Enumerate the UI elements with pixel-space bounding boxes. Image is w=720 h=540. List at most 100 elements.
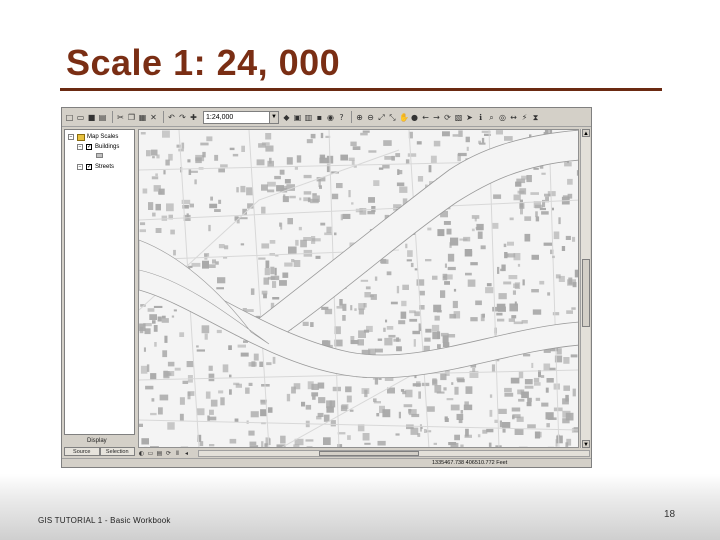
map-view[interactable] [138,129,579,448]
copy-icon[interactable]: ❐ [127,113,136,122]
horizontal-scrollbar[interactable] [198,449,590,457]
toc-layer-buildings[interactable]: − ✓ Buildings [77,143,119,151]
building-footprint [511,407,521,412]
building-footprint [152,320,156,324]
scroll-up-icon[interactable]: ▲ [582,129,590,137]
building-footprint [150,373,157,380]
arctoolbox-icon[interactable]: ▣ [293,113,302,122]
measure-icon[interactable]: ↔ [509,113,518,122]
building-footprint [566,310,573,314]
building-footprint [444,281,450,285]
scroll-left-icon[interactable]: ◂ [183,450,190,457]
go-to-xy-icon[interactable]: ◎ [498,113,507,122]
select-features-icon[interactable]: ▧ [454,113,463,122]
hyperlink-icon[interactable]: ⚡ [520,113,529,122]
pause-drawing-icon[interactable]: Ⅱ [174,450,181,457]
collapse-icon[interactable]: − [77,164,83,170]
building-footprint [220,164,228,168]
building-footprint [470,317,478,322]
chevron-down-icon[interactable]: ▼ [269,111,278,123]
building-footprint [339,299,343,306]
toc-root[interactable]: − Map Scales [68,133,118,141]
undo-icon[interactable]: ↶ [167,113,176,122]
new-icon[interactable]: □ [65,113,74,122]
scroll-down-icon[interactable]: ▼ [582,440,590,448]
building-footprint [154,342,157,347]
toolbar-separator [112,111,113,123]
toc-display-label[interactable]: Display [87,438,107,444]
vertical-scrollbar[interactable]: ▲ ▼ [580,129,590,448]
building-footprint [458,130,463,137]
collapse-icon[interactable]: − [68,134,74,140]
time-slider-icon[interactable]: ⧗ [531,113,540,122]
building-footprint [149,314,157,320]
building-footprint [503,281,512,285]
globe-icon[interactable]: ◐ [138,450,145,457]
building-footprint [153,305,163,308]
save-icon[interactable]: ■ [87,113,96,122]
redo-icon[interactable]: ↷ [178,113,187,122]
building-footprint [208,224,211,232]
previous-extent-icon[interactable]: ← [421,113,430,122]
building-footprint [496,312,503,316]
fixed-zoom-in-icon[interactable]: ⤢ [377,113,386,122]
command-line-icon[interactable]: ▪ [315,113,324,122]
layout-view-icon[interactable]: ▤ [156,450,163,457]
building-footprint [460,444,464,447]
building-footprint [378,167,384,170]
buildings-symbol[interactable] [96,153,103,158]
fixed-zoom-out-icon[interactable]: ⤡ [388,113,397,122]
building-footprint [509,217,514,221]
model-builder-icon[interactable]: ◉ [326,113,335,122]
refresh-view-icon[interactable]: ⟳ [165,450,172,457]
editor-icon[interactable]: ◆ [282,113,291,122]
building-footprint [340,214,343,221]
toc-layer-label: Buildings [95,144,120,150]
toc-layer-streets[interactable]: − ✓ Streets [77,163,114,171]
tab-source[interactable]: Source [64,447,100,456]
scroll-thumb[interactable] [319,450,419,456]
toolbar: □ ▭ ■ ▤ ✂ ❐ ▦ ✕ ↶ ↷ ✚ 1:24,000 ▼ ◆ ▣ ▥ ▪… [62,108,591,127]
paste-icon[interactable]: ▦ [138,113,147,122]
building-footprint [363,303,367,308]
building-footprint [579,201,580,207]
next-extent-icon[interactable]: → [432,113,441,122]
zoom-out-icon[interactable]: ⊖ [366,113,375,122]
full-extent-icon[interactable]: ● [410,113,419,122]
building-footprint [495,130,503,135]
scroll-thumb[interactable] [582,259,590,327]
building-footprint [508,275,518,280]
map-scale-input[interactable]: 1:24,000 ▼ [203,110,279,124]
building-footprint [524,379,533,385]
building-footprint [470,262,478,266]
building-footprint [229,389,232,395]
building-footprint [561,246,566,251]
checkbox-icon[interactable]: ✓ [86,164,92,170]
building-footprint [452,300,458,309]
cut-icon[interactable]: ✂ [116,113,125,122]
building-footprint [570,354,578,358]
building-footprint [264,268,270,276]
collapse-icon[interactable]: − [77,144,83,150]
open-icon[interactable]: ▭ [76,113,85,122]
help-icon[interactable]: ? [337,113,346,122]
checkbox-icon[interactable]: ✓ [86,144,92,150]
select-elements-icon[interactable]: ➤ [465,113,474,122]
building-footprint [373,180,380,186]
building-footprint [214,209,221,212]
tab-selection[interactable]: Selection [99,447,135,456]
building-footprint [152,212,156,217]
refresh-icon[interactable]: ⟳ [443,113,452,122]
pan-icon[interactable]: ✋ [399,113,409,122]
building-footprint [287,218,293,225]
print-icon[interactable]: ▤ [98,113,107,122]
find-icon[interactable]: ⌕ [487,113,496,122]
zoom-in-icon[interactable]: ⊕ [355,113,364,122]
identify-icon[interactable]: ℹ [476,113,485,122]
add-data-icon[interactable]: ✚ [189,113,198,122]
catalog-icon[interactable]: ▥ [304,113,313,122]
data-view-icon[interactable]: ▭ [147,450,154,457]
building-footprint [210,196,213,201]
building-footprint [261,441,264,447]
delete-icon[interactable]: ✕ [149,113,158,122]
